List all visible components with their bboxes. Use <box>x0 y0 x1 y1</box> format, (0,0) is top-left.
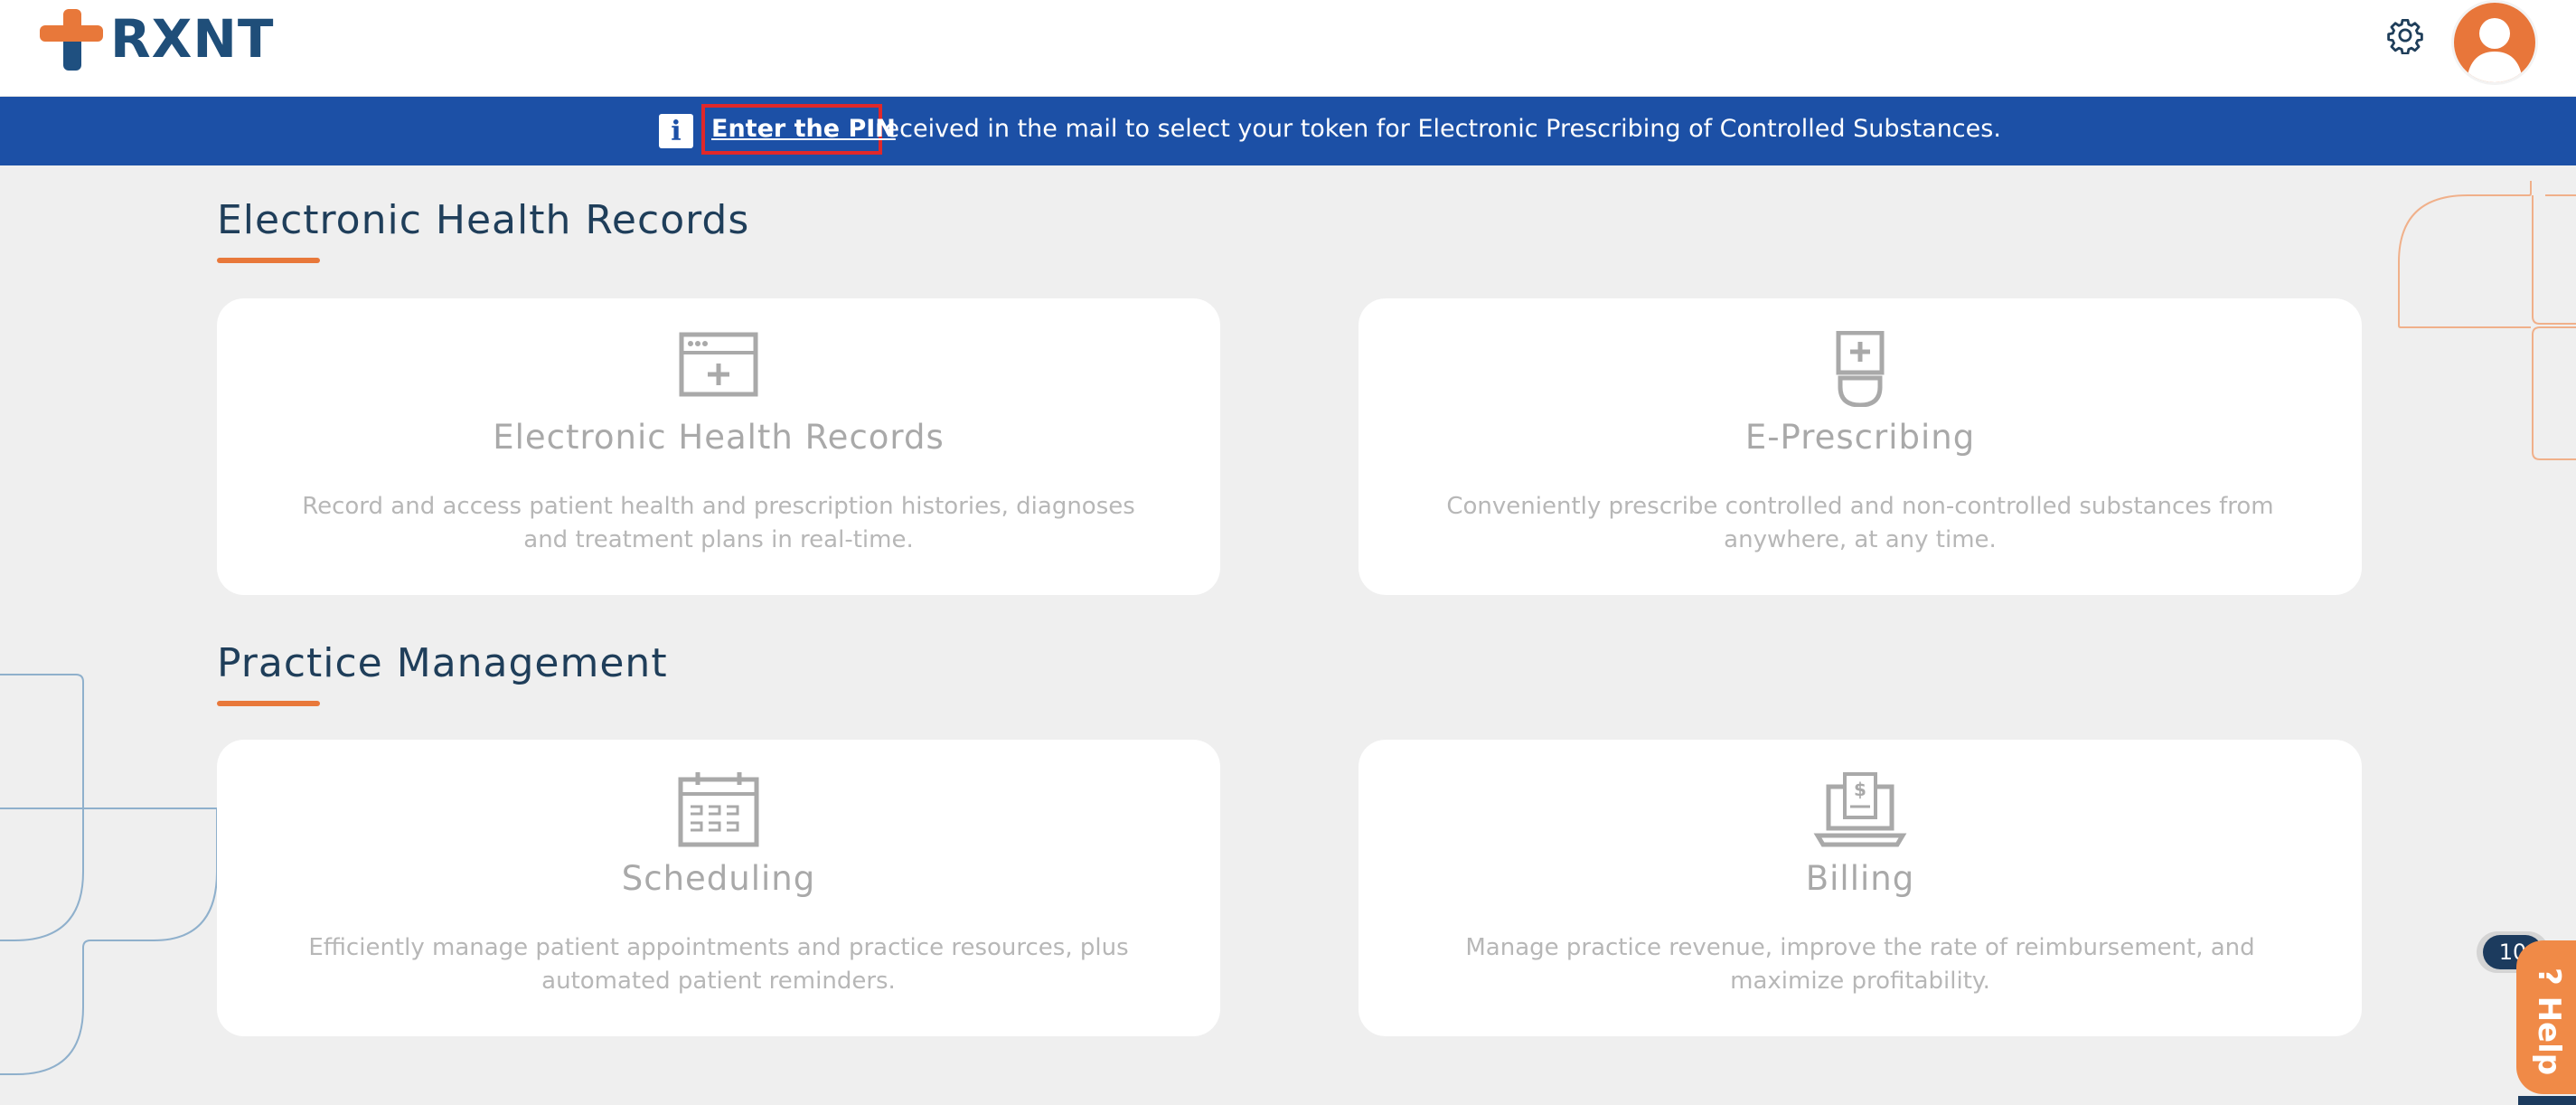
billing-laptop-icon: $ <box>1813 772 1907 847</box>
logo-text: RXNT <box>110 8 275 70</box>
logo-cross-icon <box>40 7 103 71</box>
section-title-ehr: Electronic Health Records <box>217 197 750 243</box>
help-button[interactable]: ? Help <box>2516 940 2576 1094</box>
info-icon: i <box>659 114 693 148</box>
section-underline <box>217 701 320 706</box>
card-title: Electronic Health Records <box>493 418 945 457</box>
prescription-bottle-icon <box>1836 331 1885 407</box>
card-description: Efficiently manage patient appointments … <box>308 934 1129 995</box>
card-description: Manage practice revenue, improve the rat… <box>1465 934 2255 995</box>
corner-widget <box>2518 1096 2576 1105</box>
svg-text:$: $ <box>1854 779 1866 800</box>
section-underline <box>217 258 320 263</box>
question-icon: ? <box>2531 968 2567 986</box>
rxnt-logo[interactable]: RXNT <box>40 5 274 72</box>
card-e-prescribing[interactable]: E-Prescribing Conveniently prescribe con… <box>1359 298 2362 595</box>
top-header: RXNT <box>0 0 2576 96</box>
card-electronic-health-records[interactable]: Electronic Health Records Record and acc… <box>217 298 1220 595</box>
card-billing[interactable]: $ Billing Manage practice revenue, impro… <box>1359 740 2362 1036</box>
gear-icon[interactable] <box>2386 16 2424 54</box>
person-icon <box>2467 18 2523 82</box>
card-description: Conveniently prescribe controlled and no… <box>1446 493 2274 553</box>
section-title-practice-management: Practice Management <box>217 640 668 686</box>
calendar-icon <box>678 772 759 847</box>
card-scheduling[interactable]: Scheduling Efficiently manage patient ap… <box>217 740 1220 1036</box>
eps-notification-banner: i Enter the PIN received in the mail to … <box>0 97 2576 165</box>
decorative-cross-outline-orange <box>2398 181 2576 460</box>
help-label: ? Help <box>2531 968 2567 1076</box>
user-avatar[interactable] <box>2451 0 2538 85</box>
ehr-window-icon <box>679 332 758 397</box>
enter-pin-link[interactable]: Enter the PIN <box>711 111 896 147</box>
card-description: Record and access patient health and pre… <box>302 493 1135 553</box>
decorative-cross-outline-blue <box>0 674 217 1075</box>
banner-message: received in the mail to select your toke… <box>875 115 2001 143</box>
card-title: E-Prescribing <box>1744 418 1976 457</box>
card-title: Billing <box>1805 859 1915 898</box>
card-title: Scheduling <box>621 859 816 898</box>
